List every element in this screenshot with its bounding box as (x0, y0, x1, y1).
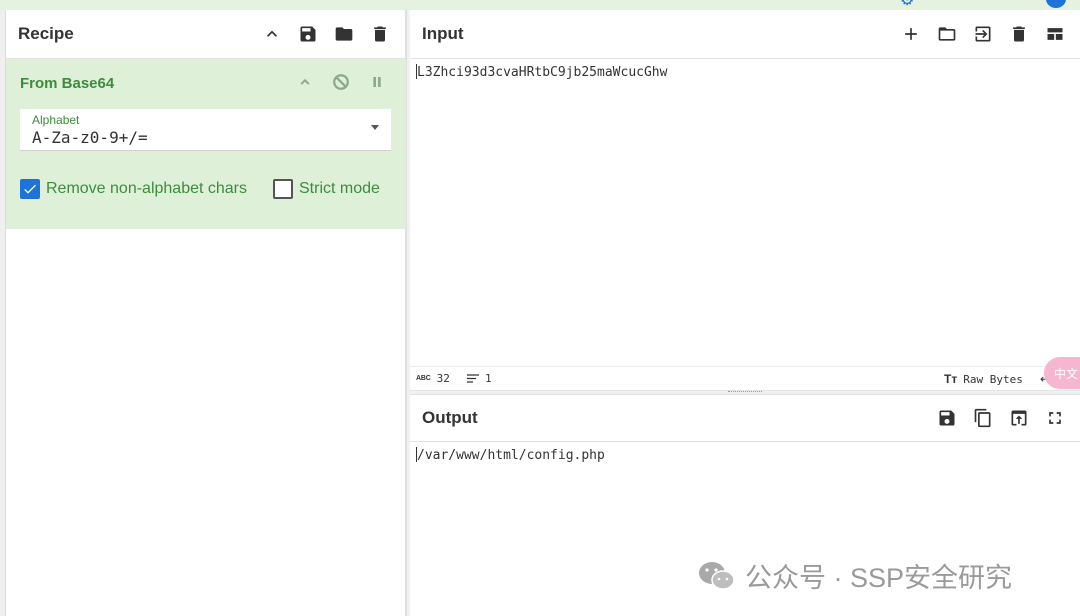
output-text-value: /var/www/html/config.php (417, 448, 605, 463)
watermark-text: 公众号 · SSP安全研究 (745, 563, 1013, 593)
strict-mode-checkbox[interactable] (273, 179, 293, 199)
text-format-icon: Tт (944, 372, 958, 386)
drag-grip-icon[interactable] (728, 391, 762, 394)
output-header: Output (410, 395, 1080, 442)
settings-gear-icon[interactable]: ⚙ (900, 0, 920, 9)
disable-operation-icon[interactable] (330, 71, 352, 93)
clear-input-trash-icon[interactable] (1008, 23, 1030, 45)
wechat-watermark: 公众号 · SSP安全研究 (697, 556, 1012, 595)
load-recipe-folder-icon[interactable] (333, 23, 355, 45)
input-title: Input (422, 24, 464, 43)
lines-indicator: 1 (467, 372, 492, 385)
encoding-selector[interactable]: Tт Raw Bytes (944, 372, 1023, 386)
clear-recipe-trash-icon[interactable] (369, 23, 391, 45)
pause-breakpoint-icon[interactable] (366, 71, 388, 93)
operation-card-from-base64: From Base64 Alphabet A-Za-z0-9+/= Remove… (6, 59, 406, 229)
add-tab-plus-icon[interactable] (900, 23, 922, 45)
input-status-bar: ABC 32 1 Tт Raw Bytes ↵ LF (410, 366, 1080, 390)
copy-output-icon[interactable] (972, 407, 994, 429)
top-banner-strip: ⚙ (0, 0, 1080, 10)
recipe-pane: Recipe From Base64 Alphabet A-Za-z0-9+/=… (6, 10, 406, 616)
remove-non-alphabet-label: Remove non-alphabet chars (46, 180, 248, 197)
chevron-up-icon[interactable] (294, 71, 316, 93)
open-file-folder-icon[interactable] (936, 23, 958, 45)
strict-mode-option[interactable]: Strict mode (273, 179, 380, 199)
abc-length-icon: ABC (416, 375, 431, 382)
input-text-value: L3Zhci93d3cvaHRtbC9jb25maWcucGhw (417, 65, 668, 80)
open-input-arrow-icon[interactable] (972, 23, 994, 45)
lines-value: 1 (485, 372, 492, 385)
recipe-header: Recipe (6, 10, 405, 59)
help-icon[interactable] (1046, 0, 1066, 8)
remove-non-alphabet-option[interactable]: Remove non-alphabet chars (20, 179, 247, 199)
operation-title[interactable]: From Base64 (20, 75, 114, 92)
encoding-value: Raw Bytes (963, 372, 1023, 386)
reset-layout-icon[interactable] (1044, 23, 1066, 45)
alphabet-select[interactable]: Alphabet A-Za-z0-9+/= (20, 109, 391, 151)
wechat-logo-icon (699, 561, 735, 590)
save-recipe-icon[interactable] (297, 23, 319, 45)
language-bubble-text: 中文 (1054, 366, 1079, 381)
alphabet-label: Alphabet (32, 113, 80, 127)
save-output-icon[interactable] (936, 407, 958, 429)
alphabet-value: A-Za-z0-9+/= (32, 128, 148, 147)
language-bubble[interactable]: 中文 (1044, 357, 1080, 389)
length-indicator: ABC 32 (416, 372, 450, 385)
strict-mode-label: Strict mode (299, 180, 380, 197)
maximise-output-icon[interactable] (1044, 407, 1066, 429)
dropdown-caret-icon[interactable] (371, 125, 379, 130)
lines-icon (467, 374, 479, 383)
checkmark-icon (24, 184, 36, 194)
remove-non-alphabet-checkbox[interactable] (20, 179, 40, 199)
output-textarea[interactable]: /var/www/html/config.php (416, 447, 605, 463)
replace-input-with-output-icon[interactable] (1008, 407, 1030, 429)
collapse-chevron-up-icon[interactable] (261, 23, 283, 45)
output-title: Output (422, 408, 478, 427)
length-value: 32 (436, 372, 450, 385)
input-textarea[interactable]: L3Zhci93d3cvaHRtbC9jb25maWcucGhw (416, 64, 667, 80)
recipe-title: Recipe (18, 24, 74, 43)
input-header: Input (410, 10, 1080, 59)
input-pane: Input L3Zhci93d3cvaHRtbC9jb25maWcucGhw (410, 10, 1080, 390)
